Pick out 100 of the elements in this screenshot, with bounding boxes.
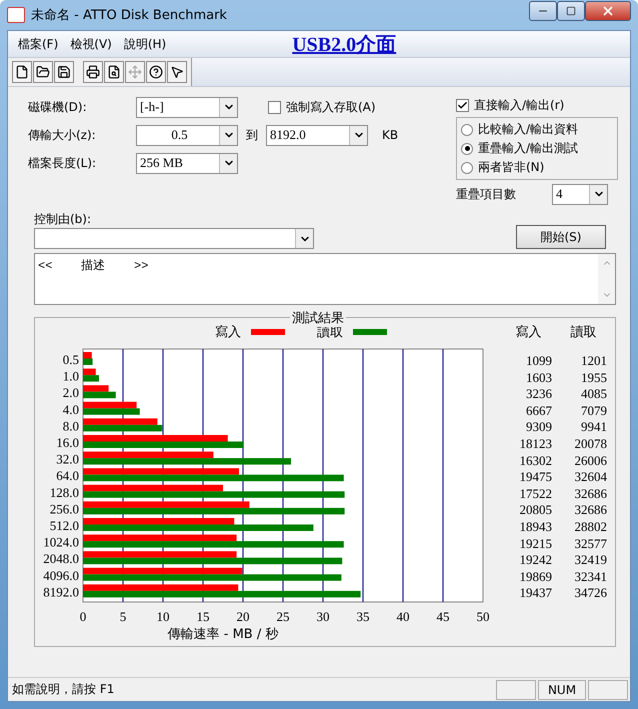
category-label: 1024.0 (43, 534, 79, 550)
minimize-button[interactable] (529, 1, 557, 21)
radio-button[interactable] (461, 124, 473, 136)
axis-title: 傳輸速率 - MB / 秒 (168, 627, 278, 642)
table-cell-text: 32604 (574, 469, 608, 486)
table-cell-text: 9309 (525, 419, 553, 436)
table-cell-text: 20805 (518, 502, 553, 519)
maximize-button[interactable] (557, 1, 585, 21)
tick-label: 30 (316, 609, 330, 624)
category-label: 2048.0 (43, 551, 79, 566)
group-title: 測試結果 (290, 309, 346, 327)
category-label: 64.0 (56, 468, 79, 484)
description-field[interactable]: << 描述 >> (34, 253, 616, 305)
radio-button[interactable] (461, 162, 473, 174)
category-label: 4096.0 (43, 568, 79, 583)
close-icon (601, 4, 615, 18)
print-button[interactable] (83, 61, 103, 83)
drive-select[interactable]: [-h-] (136, 96, 238, 118)
dropdown-button[interactable] (219, 98, 237, 116)
table-cell-text: 1955 (580, 370, 608, 386)
legend-label: 寫入 (215, 324, 241, 340)
unit-label: KB (382, 128, 398, 142)
table-cell-text: 19475 (518, 469, 553, 486)
table-cell-text: 7079 (580, 402, 608, 420)
checkbox[interactable] (456, 98, 469, 112)
field-label: 重疊項目數 (456, 186, 516, 202)
category-label: 8192.0 (43, 584, 79, 600)
help-icon (149, 65, 163, 79)
start-button[interactable]: 開始(S) (516, 225, 606, 249)
category-label: 16.0 (56, 435, 79, 450)
dropdown-button[interactable] (589, 184, 607, 204)
table-cell-text: 32341 (574, 568, 608, 586)
table-cell-text: 19869 (518, 568, 553, 586)
tick-label: 20 (236, 609, 250, 624)
table-cell-text: 32419 (574, 552, 608, 569)
magnifier-page-icon (107, 65, 121, 79)
table-cell-text: 1201 (580, 353, 608, 370)
checkbox[interactable] (268, 100, 281, 114)
table-cell-text: 32686 (574, 502, 608, 519)
checkbox-label: 強制寫入存取(A) (286, 98, 376, 116)
tick-label: 50 (476, 609, 490, 624)
help-button[interactable] (146, 61, 166, 83)
menu-item[interactable]: 檢視(V) (64, 34, 118, 54)
table-cell-text: 28802 (574, 518, 608, 536)
table-cell-text: 19242 (518, 552, 553, 569)
table-cell-text: 32686 (574, 486, 608, 502)
radio-label: 重疊輸入/輸出測試 (478, 140, 578, 157)
category-label: 2.0 (62, 385, 79, 400)
category-label: 512.0 (50, 518, 79, 533)
radio-button[interactable] (461, 142, 473, 154)
column-header: 寫入 (514, 324, 542, 340)
close-button[interactable] (585, 1, 631, 21)
table-cell-text: 26006 (574, 452, 608, 470)
save-button[interactable] (54, 61, 74, 83)
table-cell-text: 18123 (518, 436, 553, 453)
category-label: 256.0 (50, 501, 79, 516)
dropdown-button[interactable] (219, 154, 237, 172)
table-cell-text: 1099 (525, 353, 553, 370)
tick-label: 15 (196, 609, 210, 624)
tick-label: 0 (80, 609, 86, 624)
table-cell-text: 18943 (518, 518, 553, 536)
app-icon (7, 7, 25, 23)
tick-label: 35 (356, 609, 370, 624)
table-cell-text: 9941 (580, 419, 608, 436)
status-indicator: NUM (538, 680, 586, 700)
checkbox-label: 直接輸入/輸出(r) (474, 96, 564, 114)
preview-button[interactable] (104, 61, 124, 83)
column-header: 讀取 (570, 324, 598, 340)
status-pane (588, 680, 628, 700)
file-length-select[interactable]: 256 MB (136, 152, 238, 174)
annotation-text: USB2.0介面 (292, 32, 396, 58)
table-cell-text: 32577 (574, 536, 608, 552)
printer-icon (86, 65, 100, 79)
range-label: 到 (246, 126, 258, 144)
category-label: 0.5 (62, 352, 79, 367)
menu-item[interactable]: 說明(H) (118, 34, 172, 54)
table-cell-text: 19437 (518, 585, 553, 602)
field-label: 檔案長度(L): (28, 154, 98, 172)
status-pane (496, 680, 536, 700)
maximize-icon (566, 6, 576, 16)
field-label: 傳輸大小(z): (28, 126, 97, 144)
dropdown-button[interactable] (295, 229, 313, 248)
radio-label: 兩者皆非(N) (478, 159, 544, 176)
menu-item[interactable]: 檔案(F) (12, 34, 64, 54)
field-label: 控制由(b): (34, 212, 92, 226)
category-label: 32.0 (56, 452, 79, 467)
table-cell-text: 16302 (518, 452, 553, 470)
queue-depth-select[interactable]: 4 (552, 184, 608, 204)
category-label: 1.0 (62, 368, 79, 384)
check-icon (457, 100, 468, 110)
dropdown-button[interactable] (349, 126, 367, 144)
tick-label: 5 (120, 609, 126, 624)
size-from-select[interactable]: 0.5 (136, 124, 238, 146)
size-to-select[interactable]: 8192.0 (266, 124, 368, 146)
field-label: 磁碟機(D): (28, 98, 88, 116)
dropdown-button[interactable] (219, 126, 237, 144)
new-button[interactable] (12, 61, 32, 83)
open-button[interactable] (33, 61, 53, 83)
table-cell-text: 4085 (580, 386, 608, 403)
context-help-button[interactable] (167, 61, 187, 83)
